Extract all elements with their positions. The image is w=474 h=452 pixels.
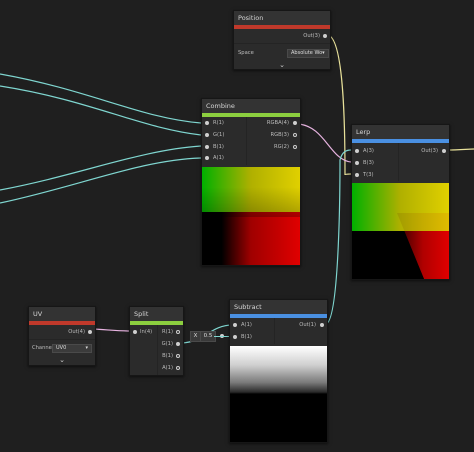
combine-in-r-label: R(1): [213, 120, 224, 126]
combine-node-title: Combine: [202, 99, 300, 113]
subtract-in-b-port[interactable]: [233, 335, 237, 339]
dropdown-arrow-icon: ▾: [85, 345, 88, 351]
wire-to-combine-b[interactable]: [0, 145, 202, 191]
combine-in-a-label: A(1): [213, 155, 224, 161]
subtract-in-a-port[interactable]: [233, 323, 237, 327]
wire-to-combine-g[interactable]: [0, 85, 202, 136]
lerp-in-b-label: B(3): [363, 160, 374, 166]
lerp-in-t-port[interactable]: [355, 173, 359, 177]
combine-node[interactable]: Combine R(1) G(1) B(1) A(1) RGBA(4) RGB(…: [201, 98, 301, 266]
uv-channel-dropdown[interactable]: UV0 ▾: [52, 344, 92, 353]
wire-to-combine-r[interactable]: [0, 73, 202, 124]
subtract-node-title: Subtract: [230, 300, 327, 314]
uv-divider: [29, 339, 95, 340]
position-out-port[interactable]: [323, 34, 327, 38]
combine-node-accent: [202, 113, 300, 117]
combine-in-a-port[interactable]: [205, 156, 209, 160]
uv-node[interactable]: UV Out(4) Channel UV0 ▾ ⌄: [28, 306, 96, 366]
position-node-accent: [234, 25, 330, 29]
lerp-in-a-port[interactable]: [355, 149, 359, 153]
subtract-split-divider: [274, 318, 275, 344]
subtract-out-port[interactable]: [320, 323, 324, 327]
split-out-a-port[interactable]: [176, 366, 180, 370]
wire-lerp-out[interactable]: [446, 148, 474, 151]
combine-out-rgba-label: RGBA(4): [266, 120, 289, 126]
split-in-port[interactable]: [133, 330, 137, 334]
uv-channel-value: UV0: [56, 345, 67, 351]
position-node[interactable]: Position Out(3) Space Absolute Wo▾ ⌄: [233, 10, 331, 70]
split-in-label: In(4): [140, 329, 153, 335]
combine-out-rgba-port[interactable]: [293, 121, 297, 125]
position-space-label: Space: [238, 50, 254, 56]
combine-in-b-label: B(1): [213, 144, 224, 150]
lerp-preview-svg: [352, 183, 449, 279]
uv-node-title: UV: [29, 307, 95, 321]
combine-in-g-label: G(1): [213, 132, 225, 138]
wire-uv-to-split[interactable]: [92, 328, 131, 332]
combine-in-b-port[interactable]: [205, 145, 209, 149]
lerp-node[interactable]: Lerp A(3) B(3) T(3) Out(3): [351, 124, 450, 280]
subtract-b-field-wire: [214, 336, 230, 337]
split-out-r-label: R(1): [162, 329, 173, 335]
split-out-r-port[interactable]: [176, 330, 180, 334]
wire-to-combine-a[interactable]: [0, 157, 202, 204]
combine-out-rgb-label: RGB(3): [270, 132, 289, 138]
combine-in-r-port[interactable]: [205, 121, 209, 125]
combine-out-rg-label: RG(2): [274, 144, 289, 150]
split-out-b-port[interactable]: [176, 354, 180, 358]
combine-out-rgb-port[interactable]: [293, 133, 297, 137]
uv-collapse-chevron-icon[interactable]: ⌄: [29, 355, 95, 365]
subtract-node[interactable]: Subtract A(1) B(1) Out(1): [229, 299, 328, 443]
lerp-out-port[interactable]: [442, 149, 446, 153]
combine-preview-image: [202, 167, 300, 265]
subtract-in-a-label: A(1): [241, 322, 252, 328]
split-node[interactable]: Split In(4) R(1) G(1) B(1) A(1): [129, 306, 184, 376]
lerp-in-b-port[interactable]: [355, 161, 359, 165]
lerp-out-label: Out(3): [421, 148, 438, 154]
lerp-in-a-label: A(3): [363, 148, 374, 154]
subtract-preview-image: [230, 346, 327, 442]
split-out-g-port[interactable]: [176, 342, 180, 346]
position-space-dropdown[interactable]: Absolute Wo▾: [287, 49, 329, 58]
position-node-title: Position: [234, 11, 330, 25]
combine-out-rg-port[interactable]: [293, 145, 297, 149]
lerp-split-divider: [398, 143, 399, 181]
wire-combine-to-lerp-b[interactable]: [297, 123, 352, 163]
split-split-divider: [157, 325, 158, 375]
split-node-title: Split: [130, 307, 183, 321]
position-divider: [234, 43, 330, 44]
subtract-node-accent: [230, 314, 327, 318]
split-out-g-label: G(1): [161, 341, 173, 347]
uv-out-label: Out(4): [68, 329, 85, 335]
combine-split-divider: [246, 117, 247, 165]
position-out-label: Out(3): [303, 33, 320, 39]
split-out-a-label: A(1): [162, 365, 173, 371]
lerp-preview-image: [352, 183, 449, 279]
uv-channel-label: Channel: [32, 345, 54, 351]
subtract-out-label: Out(1): [299, 322, 316, 328]
position-collapse-chevron-icon[interactable]: ⌄: [234, 60, 330, 70]
lerp-node-title: Lerp: [352, 125, 449, 139]
wire-subtract-to-lerp-a[interactable]: [325, 149, 352, 325]
subtract-in-b-label: B(1): [241, 334, 252, 340]
lerp-node-accent: [352, 139, 449, 143]
split-out-b-label: B(1): [162, 353, 173, 359]
uv-out-port[interactable]: [88, 330, 92, 334]
combine-in-g-port[interactable]: [205, 133, 209, 137]
lerp-in-t-label: T(3): [363, 172, 374, 178]
uv-node-accent: [29, 321, 95, 325]
